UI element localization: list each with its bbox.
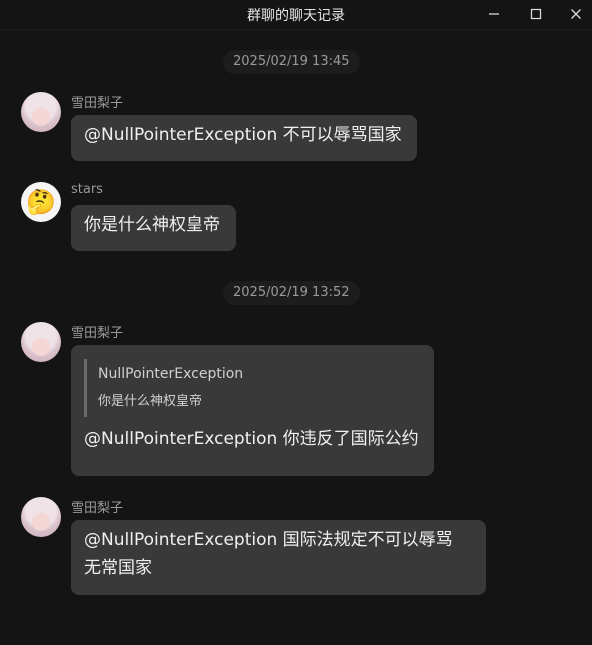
chat-history-window: 群聊的聊天记录 2025/02/19 13:45 雪田梨子 @NullPoint… xyxy=(0,0,592,645)
sender-name: 雪田梨子 xyxy=(71,501,124,516)
maximize-icon xyxy=(530,8,542,20)
message-bubble[interactable]: 你是什么神权皇帝 xyxy=(71,205,236,251)
message-bubble-with-quote[interactable]: NullPointerException 你是什么神权皇帝 @NullPoint… xyxy=(71,345,434,476)
sender-name: stars xyxy=(71,182,103,197)
message-text: @NullPointerException 不可以辱骂国家 xyxy=(84,125,402,145)
sender-avatar[interactable] xyxy=(21,92,61,132)
maximize-button[interactable] xyxy=(524,3,548,25)
thinking-face-avatar[interactable]: 🤔 xyxy=(21,182,61,222)
quoted-text: 你是什么神权皇帝 xyxy=(98,394,203,409)
message-bubble[interactable]: @NullPointerException 国际法规定不可以辱骂 无常国家 xyxy=(71,520,486,595)
sender-name: 雪田梨子 xyxy=(71,96,124,111)
title-bar: 群聊的聊天记录 xyxy=(0,0,592,30)
sender-name: 雪田梨子 xyxy=(71,326,124,341)
quoted-message[interactable]: NullPointerException 你是什么神权皇帝 xyxy=(84,359,421,417)
message-text: @NullPointerException 你违反了国际公约 xyxy=(84,429,419,449)
close-icon xyxy=(571,9,581,19)
sender-avatar[interactable] xyxy=(21,497,61,537)
quoted-sender: NullPointerException xyxy=(98,366,244,382)
sender-avatar[interactable] xyxy=(21,322,61,362)
close-button[interactable] xyxy=(564,3,588,25)
minimize-button[interactable] xyxy=(482,3,506,25)
thinking-face-icon: 🤔 xyxy=(26,188,56,216)
minimize-icon xyxy=(489,13,499,15)
message-text: 你是什么神权皇帝 xyxy=(84,215,220,235)
message-text-line: 无常国家 xyxy=(84,558,152,578)
timestamp-divider: 2025/02/19 13:52 xyxy=(223,281,360,305)
message-text-line: @NullPointerException 国际法规定不可以辱骂 xyxy=(84,530,453,550)
message-bubble[interactable]: @NullPointerException 不可以辱骂国家 xyxy=(71,115,417,161)
timestamp-divider: 2025/02/19 13:45 xyxy=(223,50,360,74)
